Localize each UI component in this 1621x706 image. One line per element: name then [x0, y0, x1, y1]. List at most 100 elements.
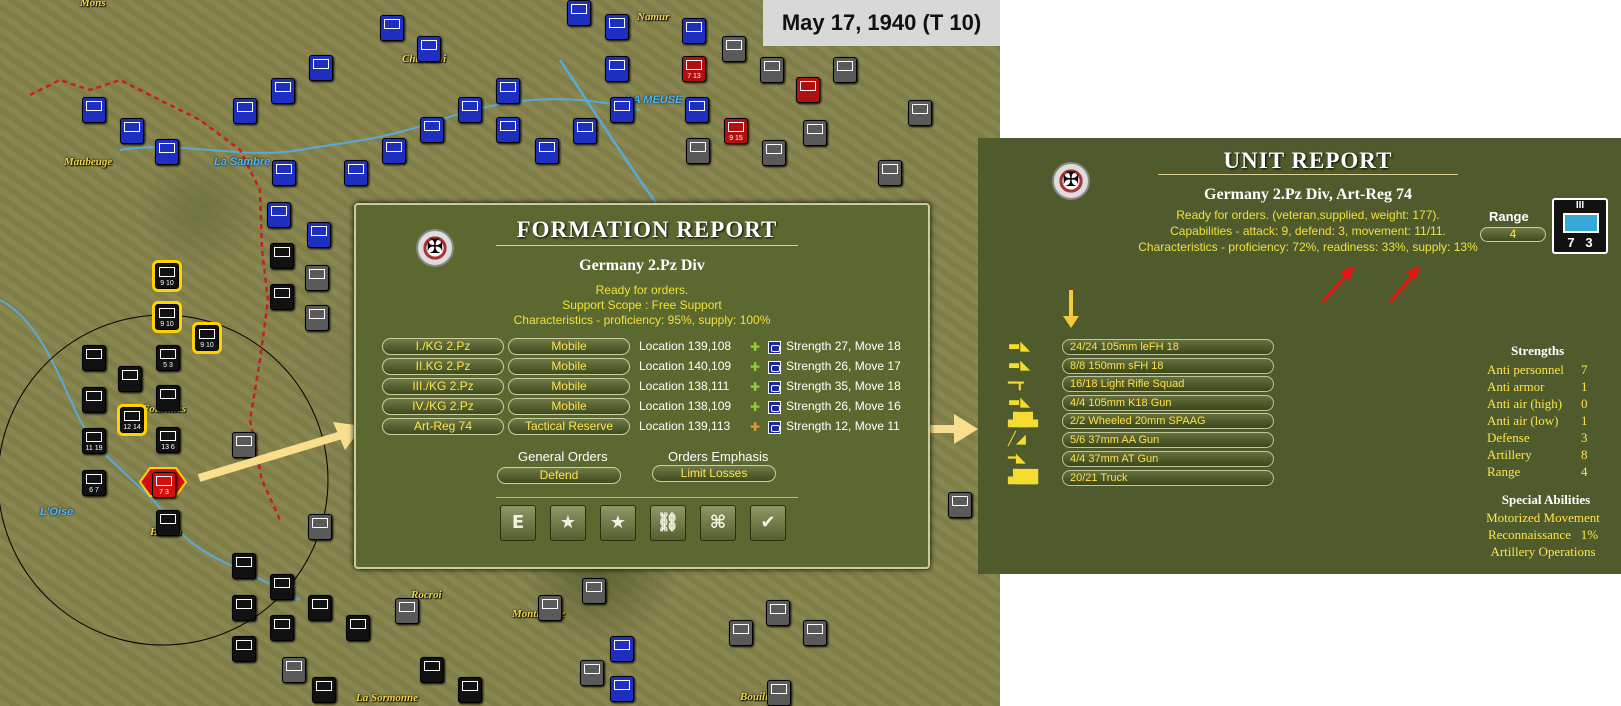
unit-mode-button[interactable]: Tactical Reserve — [508, 418, 630, 435]
unit-name-button[interactable]: IV./KG 2.Pz — [382, 398, 504, 415]
unit-counter[interactable] — [82, 97, 106, 123]
unit-counter-german[interactable]: 9 10 — [152, 260, 182, 292]
unit-counter[interactable] — [535, 138, 559, 164]
star-left-icon[interactable]: ★ — [550, 505, 586, 541]
unit-counter[interactable] — [948, 492, 972, 518]
unit-counter-german[interactable] — [156, 385, 180, 411]
unit-counter[interactable] — [308, 514, 332, 540]
unit-counter[interactable] — [282, 657, 306, 683]
unit-counter[interactable] — [729, 620, 753, 646]
unit-counter[interactable] — [908, 100, 932, 126]
unit-name-button[interactable]: I./KG 2.Pz — [382, 338, 504, 355]
org-chart-2-icon[interactable]: ⌘ — [700, 505, 736, 541]
unit-counter-german[interactable] — [82, 345, 106, 371]
equipment-row[interactable]: 20/21 Truck — [1062, 470, 1274, 486]
equipment-row[interactable]: 8/8 150mm sFH 18 — [1062, 358, 1274, 374]
unit-counter[interactable] — [833, 57, 857, 83]
unit-counter[interactable] — [420, 117, 444, 143]
check-icon[interactable]: ✔ — [750, 505, 786, 541]
unit-counter[interactable] — [155, 139, 179, 165]
unit-counter[interactable] — [344, 160, 368, 186]
unit-counter-enemy-hq[interactable]: 7 13 — [682, 56, 706, 82]
unit-counter[interactable] — [496, 78, 520, 104]
unit-counter-enemy-hq[interactable] — [796, 77, 820, 103]
unit-counter-german[interactable] — [458, 677, 482, 703]
unit-mode-button[interactable]: Mobile — [508, 358, 630, 375]
unit-counter[interactable] — [605, 14, 629, 40]
unit-counter-german[interactable] — [346, 615, 370, 641]
unit-counter[interactable] — [760, 57, 784, 83]
unit-counter[interactable] — [682, 18, 706, 44]
unit-counter-german[interactable]: 9 10 — [152, 301, 182, 333]
equipment-row[interactable]: 5/6 37mm AA Gun — [1062, 432, 1274, 448]
unit-counter-german[interactable]: 6 7 — [82, 470, 106, 496]
unit-name-button[interactable]: III./KG 2.Pz — [382, 378, 504, 395]
unit-counter[interactable] — [233, 98, 257, 124]
unit-counter-german[interactable]: 9 10 — [192, 322, 222, 354]
unit-counter[interactable] — [685, 97, 709, 123]
unit-counter[interactable] — [766, 600, 790, 626]
unit-counter[interactable] — [605, 56, 629, 82]
E-cycle-icon[interactable]: E — [500, 505, 536, 541]
general-orders-dropdown[interactable]: Defend — [497, 467, 621, 484]
unit-counter-german[interactable] — [232, 553, 256, 579]
unit-counter-german[interactable]: 5 3 — [156, 345, 180, 371]
equipment-row[interactable]: 16/18 Light Rifle Squad — [1062, 376, 1274, 392]
unit-counter[interactable] — [458, 97, 482, 123]
unit-counter-german[interactable] — [270, 574, 294, 600]
unit-name-button[interactable]: Art-Reg 74 — [382, 418, 504, 435]
unit-mode-button[interactable]: Mobile — [508, 338, 630, 355]
unit-counter-german[interactable] — [312, 677, 336, 703]
unit-counter[interactable] — [610, 636, 634, 662]
star-right-icon[interactable]: ★ — [600, 505, 636, 541]
orders-emphasis-dropdown[interactable]: Limit Losses — [652, 465, 776, 482]
unit-counter[interactable] — [762, 140, 786, 166]
unit-counter-german[interactable] — [270, 284, 294, 310]
unit-counter[interactable] — [382, 138, 406, 164]
unit-counter[interactable] — [573, 118, 597, 144]
unit-counter[interactable] — [305, 265, 329, 291]
unit-counter-german[interactable]: 11 19 — [82, 428, 106, 454]
unit-counter[interactable] — [767, 680, 791, 706]
unit-counter[interactable] — [567, 0, 591, 26]
unit-counter-german[interactable] — [156, 510, 180, 536]
unit-mode-button[interactable]: Mobile — [508, 398, 630, 415]
equipment-row[interactable]: 4/4 105mm K18 Gun — [1062, 395, 1274, 411]
unit-name-button[interactable]: II.KG 2.Pz — [382, 358, 504, 375]
unit-counter-german[interactable] — [270, 243, 294, 269]
unit-counter-german[interactable] — [118, 366, 142, 392]
unit-counter-german[interactable] — [232, 636, 256, 662]
equipment-row[interactable]: 4/4 37mm AT Gun — [1062, 451, 1274, 467]
unit-counter[interactable] — [267, 202, 291, 228]
equipment-row[interactable]: 2/2 Wheeled 20mm SPAAG — [1062, 413, 1274, 429]
unit-counter[interactable] — [803, 120, 827, 146]
unit-counter-enemy-hq[interactable]: 9 15 — [724, 118, 748, 144]
unit-counter-german[interactable] — [308, 595, 332, 621]
unit-counter-german[interactable]: 12 14 — [117, 404, 147, 436]
unit-counter[interactable] — [307, 222, 331, 248]
unit-counter[interactable] — [878, 160, 902, 186]
unit-counter[interactable] — [417, 36, 441, 62]
unit-counter[interactable] — [580, 660, 604, 686]
unit-counter[interactable] — [582, 578, 606, 604]
unit-counter[interactable] — [120, 118, 144, 144]
org-chart-icon[interactable]: ⛓ — [650, 505, 686, 541]
unit-counter-german[interactable] — [232, 595, 256, 621]
equipment-row[interactable]: 24/24 105mm leFH 18 — [1062, 339, 1274, 355]
unit-counter[interactable] — [305, 305, 329, 331]
unit-counter[interactable] — [722, 36, 746, 62]
unit-counter[interactable] — [271, 78, 295, 104]
unit-mode-button[interactable]: Mobile — [508, 378, 630, 395]
unit-counter-german[interactable] — [420, 657, 444, 683]
unit-counter-german[interactable] — [270, 615, 294, 641]
unit-counter[interactable] — [610, 676, 634, 702]
unit-counter[interactable] — [272, 160, 296, 186]
unit-counter[interactable] — [496, 117, 520, 143]
unit-counter[interactable] — [395, 598, 419, 624]
unit-counter[interactable] — [380, 15, 404, 41]
unit-counter[interactable] — [538, 595, 562, 621]
unit-counter[interactable] — [309, 55, 333, 81]
unit-counter[interactable] — [610, 97, 634, 123]
unit-counter-german[interactable]: 13 6 — [156, 427, 180, 453]
unit-counter[interactable] — [686, 138, 710, 164]
